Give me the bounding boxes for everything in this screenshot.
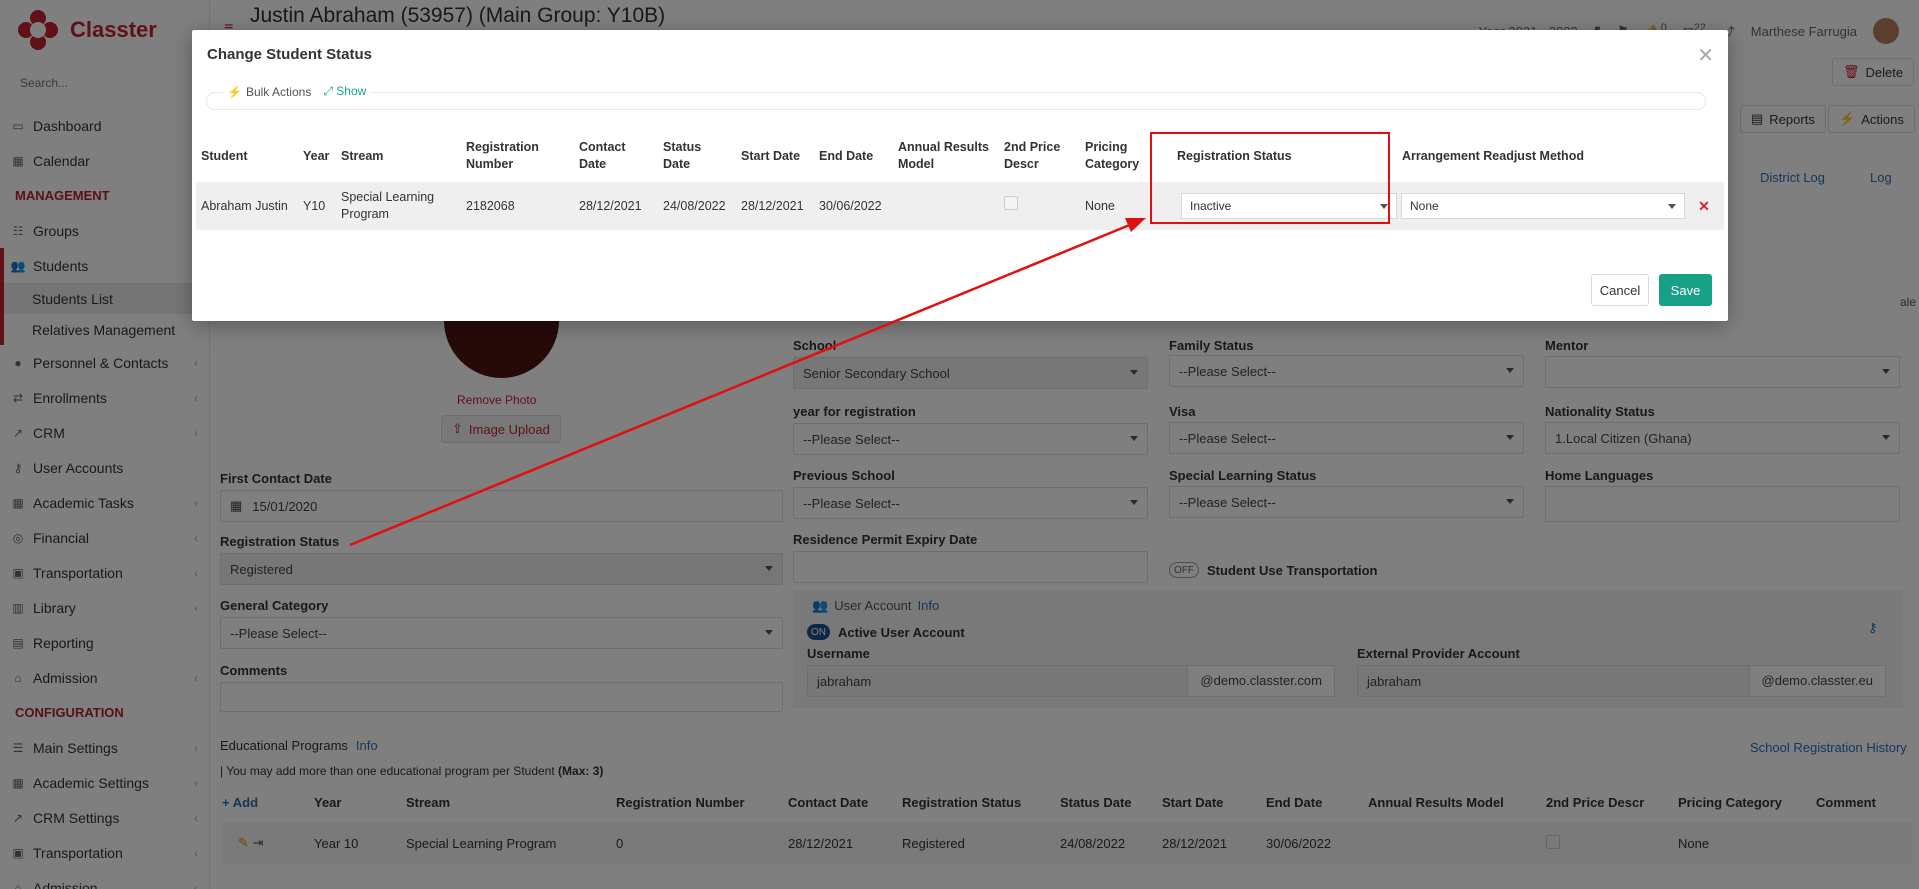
col-student: Student [201, 148, 248, 163]
col-start-date: Start Date [741, 148, 801, 163]
bulk-actions-text: Bulk Actions [245, 84, 312, 99]
cell-2nd-price-descr [999, 195, 1080, 215]
cell-start-date: 28/12/2021 [741, 198, 804, 213]
col-2nd-price-descr: 2nd Price Descr [1004, 140, 1061, 171]
cell-year: Y10 [303, 198, 326, 213]
col-arrangement-readjust-method: Arrangement Readjust Method [1402, 148, 1584, 163]
col-year: Year [303, 148, 330, 163]
table-header: Student Year Stream Registration Number … [196, 130, 1724, 182]
col-stream: Stream [341, 148, 384, 163]
close-icon[interactable]: ✕ [1697, 46, 1714, 66]
arrangement-method-select[interactable]: None [1401, 193, 1685, 219]
col-annual-results-model: Annual Results Model [898, 140, 989, 171]
col-end-date: End Date [819, 148, 874, 163]
cell-arrangement-method: None [1397, 193, 1687, 219]
cell-contact-date: 28/12/2021 [579, 198, 642, 213]
cell-student: Abraham Justin [201, 198, 288, 213]
col-status-date: Status Date [663, 140, 702, 171]
cell-status-date: 24/08/2022 [663, 198, 726, 213]
arrangement-method-value: None [1410, 198, 1439, 213]
show-label: Show [336, 84, 367, 98]
cell-registration-number: 2182068 [466, 198, 515, 213]
save-button[interactable]: Save [1659, 274, 1712, 306]
cell-stream: Special Learning Program [341, 190, 435, 221]
show-bulk-actions-link[interactable]: ⤢ Show [323, 84, 366, 99]
chevron-down-icon [1668, 204, 1676, 209]
table-row: Abraham Justin Y10 Special Learning Prog… [196, 182, 1724, 230]
status-table: Student Year Stream Registration Number … [196, 130, 1724, 230]
bolt-icon: ⚡ [227, 84, 242, 99]
remove-row-icon[interactable]: ✕ [1687, 198, 1721, 215]
cell-end-date: 30/06/2022 [819, 198, 882, 213]
second-price-checkbox[interactable] [1004, 195, 1018, 210]
bulk-actions-bar: ⚡ Bulk Actions ⤢ Show [206, 84, 1706, 110]
modal-title: Change Student Status [207, 46, 373, 63]
cancel-button[interactable]: Cancel [1591, 274, 1649, 306]
col-contact-date: Contact Date [579, 140, 626, 171]
col-registration-number: Registration Number [466, 140, 539, 171]
change-student-status-modal: Change Student Status ✕ ⚡ Bulk Actions ⤢… [192, 30, 1728, 321]
bulk-actions-label: ⚡ Bulk Actions ⤢ Show [223, 84, 371, 99]
highlight-box [1150, 132, 1390, 224]
